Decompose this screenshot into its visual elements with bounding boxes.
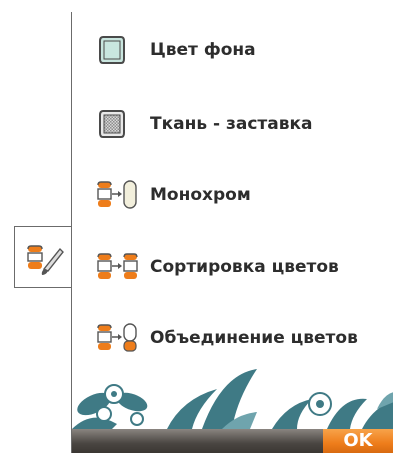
background-color-icon — [99, 36, 125, 64]
menu-item-label: Монохром — [150, 185, 251, 205]
menu-item-background-color[interactable]: Цвет фона — [92, 30, 256, 70]
floral-decoration — [72, 369, 393, 429]
menu-item-merge-colors[interactable]: Объединение цветов — [92, 318, 358, 358]
color-brush-icon — [27, 245, 64, 275]
menu-item-label: Сортировка цветов — [150, 257, 339, 277]
menu-item-label: Объединение цветов — [150, 328, 358, 348]
menu-item-monochrome[interactable]: Монохром — [92, 175, 251, 215]
menu-item-label: Ткань - заставка — [150, 114, 313, 134]
settings-panel: Цвет фона Ткань - заставка Монохром Сорт… — [71, 12, 393, 453]
menu-item-fabric-texture[interactable]: Ткань - заставка — [92, 104, 313, 144]
menu-item-sort-colors[interactable]: Сортировка цветов — [92, 247, 339, 287]
merge-colors-icon — [97, 323, 137, 352]
fabric-texture-icon — [99, 110, 125, 138]
color-tools-tab[interactable] — [14, 226, 72, 288]
sort-colors-icon — [97, 253, 138, 279]
monochrome-icon — [97, 180, 137, 209]
ok-button[interactable]: OK — [323, 429, 393, 453]
menu-item-label: Цвет фона — [150, 40, 256, 60]
